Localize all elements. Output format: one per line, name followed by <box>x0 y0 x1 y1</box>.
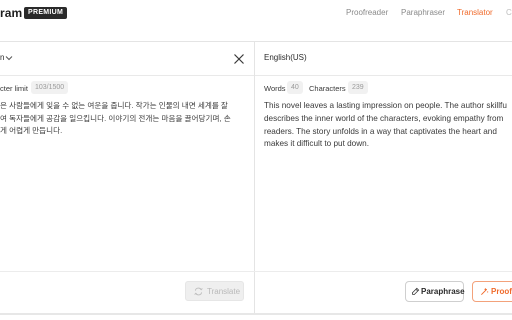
app-header: ram PREMIUM Proofreader Paraphraser Tran… <box>0 0 512 26</box>
paraphrase-button[interactable]: Paraphrase <box>405 281 465 302</box>
proofread-button-label: Proofre <box>491 287 512 296</box>
translated-text-line: makes it difficult to put down. <box>264 139 369 149</box>
panel-split-divider <box>254 41 255 315</box>
brand-logo[interactable]: ram <box>0 6 22 20</box>
nav-paraphraser[interactable]: Paraphraser <box>401 8 445 17</box>
nav-proofreader[interactable]: Proofreader <box>346 8 388 17</box>
source-text-line: 게 어렵게 만듭니다. <box>0 126 63 135</box>
footer-divider <box>0 313 512 315</box>
proofread-button[interactable]: Proofre <box>472 281 512 302</box>
premium-badge: PREMIUM <box>24 7 68 19</box>
source-language-selector[interactable]: n <box>0 53 4 62</box>
source-text-line: 은 사람들에게 잊을 수 없는 여운을 줍니다. 작가는 인물의 내면 세계를 … <box>0 101 228 110</box>
panel-top-divider <box>0 41 512 42</box>
paraphrase-icon <box>411 287 420 296</box>
close-icon[interactable] <box>232 52 246 66</box>
character-limit-label: cter limit <box>0 84 28 93</box>
words-count-badge: 40 <box>287 81 303 94</box>
characters-label: Characters <box>309 84 346 93</box>
source-text-area[interactable]: 은 사람들에게 잊을 수 없는 여운을 줍니다. 작가는 인물의 내면 세계를 … <box>0 100 250 138</box>
words-label: Words <box>264 84 286 93</box>
translated-text-line: describes the inner world of the charact… <box>264 113 504 123</box>
chevron-down-icon[interactable] <box>5 55 13 61</box>
nav-more[interactable]: C <box>506 8 512 17</box>
translated-text-line: This novel leaves a lasting impression o… <box>264 101 507 110</box>
target-language-label[interactable]: English(US) <box>264 53 307 62</box>
paraphrase-button-label: Paraphrase <box>421 287 465 296</box>
translated-text-line: readers. The story unfolds in a way that… <box>264 126 497 136</box>
proofread-icon <box>481 287 489 295</box>
translate-icon <box>194 287 203 296</box>
source-text-line: 여 독자들에게 공감을 일으킵니다. 이야기의 전개는 마음을 끌어당기며, 손 <box>0 113 231 123</box>
panel-header-divider <box>0 75 512 76</box>
nav-translator[interactable]: Translator <box>457 8 493 17</box>
characters-count-badge: 239 <box>348 81 368 94</box>
character-count-badge: 103/1500 <box>31 81 69 94</box>
translate-button[interactable]: Translate <box>185 281 244 301</box>
translated-text-area[interactable]: This novel leaves a lasting impression o… <box>264 100 512 151</box>
translate-button-label: Translate <box>207 287 241 296</box>
panel-bottom-divider <box>0 271 512 272</box>
